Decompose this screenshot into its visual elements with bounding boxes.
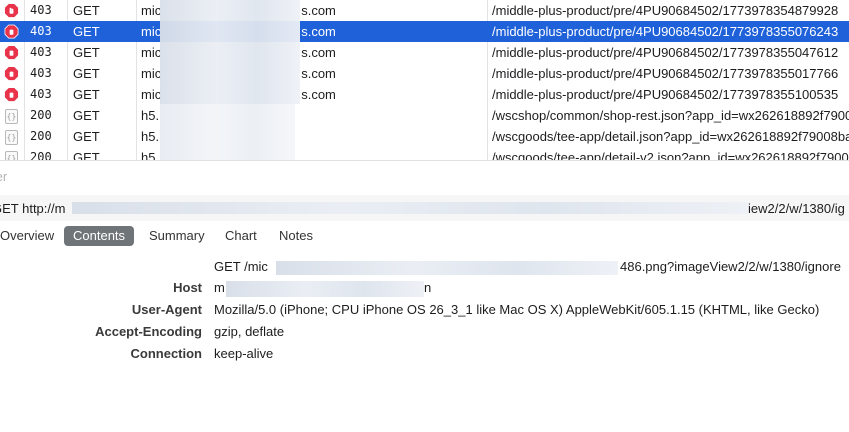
request-path: /middle-plus-product/pre/4PU90684502/177… bbox=[492, 45, 839, 60]
error-icon bbox=[4, 45, 19, 60]
row-icon-cell: {} bbox=[0, 126, 24, 147]
filter-placeholder[interactable]: ter bbox=[0, 169, 7, 184]
table-row[interactable]: 403 GET mic s.com /middle-plus-product/pr… bbox=[0, 84, 849, 105]
request-line-start: GET /mic bbox=[214, 259, 268, 274]
error-icon bbox=[4, 24, 19, 39]
header-value-start: m bbox=[214, 280, 225, 295]
request-url-start: GET http://m bbox=[0, 201, 66, 216]
table-row-selected[interactable]: 403 GET mic s.com /middle-plus-product/pr… bbox=[0, 21, 849, 42]
redacted-block bbox=[226, 281, 424, 297]
host-start: mic bbox=[141, 45, 162, 60]
header-row: GET /mic 486.png?imageView2/2/w/1380/ign… bbox=[0, 256, 849, 278]
request-method: GET bbox=[73, 129, 100, 144]
row-icon-cell bbox=[0, 0, 24, 21]
request-method: GET bbox=[73, 66, 100, 81]
row-icon-cell bbox=[0, 63, 24, 84]
request-url-end: iew2/2/w/1380/ig bbox=[748, 201, 845, 216]
tab-notes[interactable]: Notes bbox=[270, 226, 322, 246]
header-key: Host bbox=[173, 280, 202, 295]
status-code: 403 bbox=[30, 3, 52, 17]
status-code: 200 bbox=[30, 108, 52, 122]
status-code: 403 bbox=[30, 24, 52, 38]
error-icon bbox=[4, 3, 19, 18]
host-end: s.com bbox=[301, 45, 336, 60]
request-path: /wscgoods/tee-app/detail-v2.json?app_id=… bbox=[492, 150, 849, 160]
redacted-block bbox=[160, 104, 295, 160]
row-icon-cell bbox=[0, 42, 24, 63]
header-value: Mozilla/5.0 (iPhone; CPU iPhone OS 26_3_… bbox=[214, 302, 820, 317]
status-code: 403 bbox=[30, 87, 52, 101]
status-code: 403 bbox=[30, 45, 52, 59]
table-row[interactable]: {} 200 GET h5. /wscgoods/tee-app/detail.… bbox=[0, 126, 849, 147]
request-path: /wscshop/common/shop-rest.json?app_id=wx… bbox=[492, 108, 849, 123]
tab-overview[interactable]: Overview bbox=[0, 226, 63, 246]
table-row[interactable]: 403 GET mic s.com /middle-plus-product/pr… bbox=[0, 63, 849, 84]
host-end: s.com bbox=[301, 24, 336, 39]
table-row[interactable]: {} 200 GET h5. /wscshop/common/shop-rest… bbox=[0, 105, 849, 126]
header-value: keep-alive bbox=[214, 346, 274, 361]
row-icon-cell bbox=[0, 84, 24, 105]
header-key: Connection bbox=[130, 346, 203, 361]
table-row[interactable]: 403 GET mic s.com /middle-plus-product/pr… bbox=[0, 0, 849, 21]
request-path: /wscgoods/tee-app/detail.json?app_id=wx2… bbox=[492, 129, 849, 144]
status-code: 403 bbox=[30, 66, 52, 80]
request-line-end: 486.png?imageView2/2/w/1380/ignore bbox=[620, 259, 841, 274]
row-icon-cell bbox=[0, 21, 24, 42]
host-end: s.com bbox=[301, 66, 336, 81]
tab-contents[interactable]: Contents bbox=[64, 226, 135, 246]
header-key: User-Agent bbox=[131, 302, 202, 317]
request-method: GET bbox=[73, 45, 100, 60]
redacted-block bbox=[72, 202, 748, 214]
tab-chart[interactable]: Chart bbox=[216, 226, 266, 246]
redacted-block bbox=[160, 0, 300, 104]
header-row: Accept-Encoding gzip, deflate bbox=[0, 321, 849, 343]
header-row: Connection keep-alive bbox=[0, 343, 849, 365]
json-icon: {} bbox=[5, 109, 18, 124]
table-row[interactable]: 403 GET mic s.com /middle-plus-product/pr… bbox=[0, 42, 849, 63]
request-path: /middle-plus-product/pre/4PU90684502/177… bbox=[492, 66, 839, 81]
request-method: GET bbox=[73, 87, 100, 102]
json-icon: {} bbox=[5, 151, 18, 160]
error-icon bbox=[4, 87, 19, 102]
row-icon-cell: {} bbox=[0, 147, 24, 160]
filter-bar[interactable]: ter bbox=[0, 160, 849, 191]
request-method: GET bbox=[73, 108, 100, 123]
host-start: mic bbox=[141, 24, 162, 39]
status-code: 200 bbox=[30, 150, 52, 160]
json-icon: {} bbox=[5, 130, 18, 145]
redacted-block bbox=[276, 261, 618, 275]
request-method: GET bbox=[73, 24, 100, 39]
request-path: /middle-plus-product/pre/4PU90684502/177… bbox=[492, 3, 839, 18]
header-row: Host m n bbox=[0, 277, 849, 299]
host-end: s.com bbox=[301, 87, 336, 102]
error-icon bbox=[4, 66, 19, 81]
request-headers-panel: GET /mic 486.png?imageView2/2/w/1380/ign… bbox=[0, 250, 849, 432]
host-start: mic bbox=[141, 3, 162, 18]
row-icon-cell: {} bbox=[0, 105, 24, 126]
host-start: mic bbox=[141, 66, 162, 81]
status-code: 200 bbox=[30, 129, 52, 143]
header-row: User-Agent Mozilla/5.0 (iPhone; CPU iPho… bbox=[0, 299, 849, 321]
request-table: 403 GET mic s.com /middle-plus-product/pr… bbox=[0, 0, 849, 160]
request-path: /middle-plus-product/pre/4PU90684502/177… bbox=[492, 24, 839, 39]
request-method: GET bbox=[73, 150, 100, 160]
tab-summary[interactable]: Summary bbox=[140, 226, 214, 246]
header-value: gzip, deflate bbox=[214, 324, 285, 339]
request-method: GET bbox=[73, 3, 100, 18]
host-start: mic bbox=[141, 87, 162, 102]
request-path: /middle-plus-product/pre/4PU90684502/177… bbox=[492, 87, 839, 102]
header-key: Accept-Encoding bbox=[95, 324, 202, 339]
detail-tabs: Overview Contents Summary Chart Notes bbox=[0, 224, 849, 249]
header-value-end: n bbox=[424, 280, 432, 295]
table-row[interactable]: {} 200 GET h5. /wscgoods/tee-app/detail-… bbox=[0, 147, 849, 160]
host-end: s.com bbox=[301, 3, 336, 18]
request-url-line: GET http://m iew2/2/w/1380/ig bbox=[0, 195, 849, 221]
